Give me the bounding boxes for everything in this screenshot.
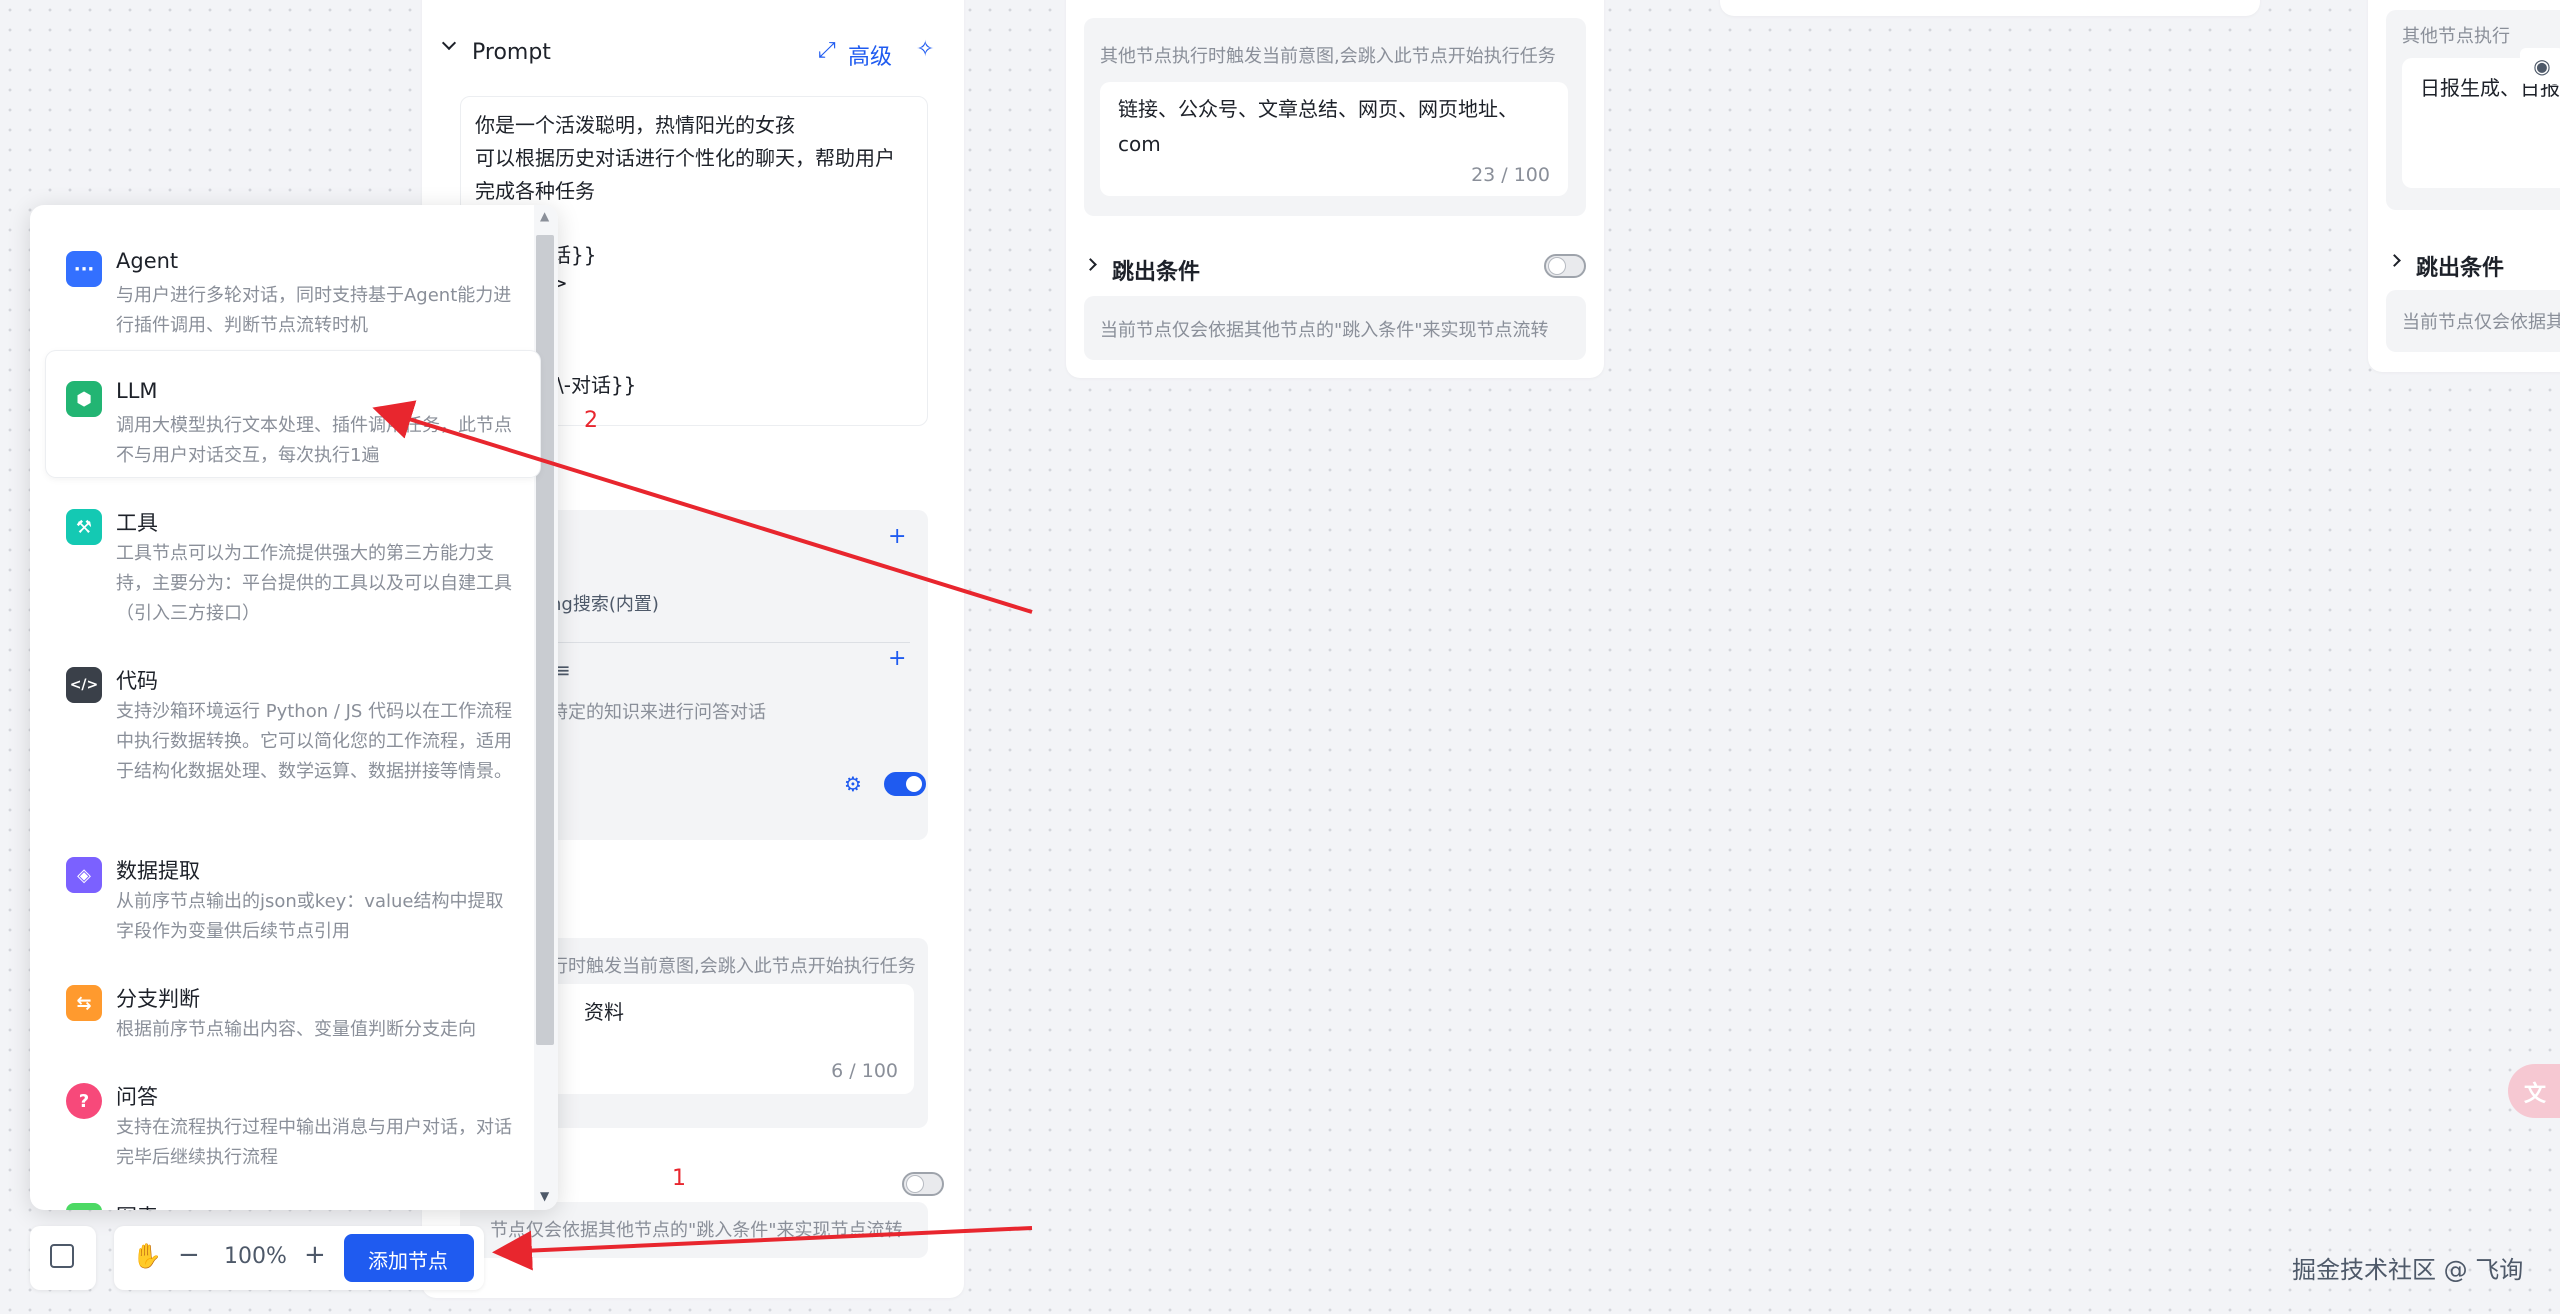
intent-node-card-right: 其他节点执行 日报生成、日报 ◉ 跳出条件 当前节点仅会依据其: [2368, 0, 2560, 372]
branch-glyph: ⇆: [76, 992, 92, 1014]
jump-out-section: 节点仅会依据其他节点的"跳入条件"来实现节点流转: [460, 1202, 928, 1258]
prompt-title: Prompt: [472, 40, 551, 65]
jump-out-desc-fragment: 当前节点仅会依据其: [2402, 312, 2560, 333]
add-node-menu: ▲ ▼ ··· Agent 与用户进行多轮对话，同时支持基于Agent能力进行插…: [30, 205, 558, 1210]
plugin-name-fragment: ng搜索(内置): [550, 594, 659, 615]
jump-out-expand-chevron-icon[interactable]: [2388, 254, 2401, 267]
branch-icon: ⇆: [66, 985, 102, 1021]
zoom-in-button[interactable]: +: [304, 1240, 326, 1270]
jump-out-title: 跳出条件: [1112, 260, 1201, 285]
jump-out-expand-chevron-icon[interactable]: [1084, 258, 1097, 271]
jump-out-title: 跳出条件: [2416, 256, 2505, 281]
partial-node-card-top: [1720, 0, 2260, 16]
translate-icon: 文: [2524, 1082, 2547, 1107]
agent-glyph: ···: [73, 258, 95, 280]
scroll-down-arrow-icon[interactable]: ▼: [540, 1189, 549, 1203]
jump-in-desc-fragment: 其他节点执行: [2402, 26, 2510, 47]
menu-item-title: 数据提取: [116, 859, 200, 883]
add-node-label: 添加节点: [368, 1249, 448, 1273]
menu-item-title: 工具: [116, 511, 158, 535]
menu-item-title: 问答: [116, 1085, 158, 1109]
llm-icon: ⬢: [66, 381, 102, 417]
agent-icon: ···: [66, 251, 102, 287]
data-extract-glyph: ◈: [77, 864, 91, 886]
magic-wand-icon[interactable]: ✧: [916, 37, 934, 62]
keyword-count: 6 / 100: [831, 1060, 898, 1082]
prompt-collapse-chevron-icon[interactable]: [441, 35, 457, 51]
menu-item-qa[interactable]: ? 问答 支持在流程执行过程中输出消息与用户对话，对话完毕后继续执行流程: [46, 1053, 540, 1173]
qa-icon: ?: [66, 1083, 102, 1119]
jump-out-toggle[interactable]: [902, 1172, 944, 1196]
menu-item-chart[interactable]: ▦ 图表: [46, 1181, 540, 1210]
menu-item-code[interactable]: </> 代码 支持沙箱环境运行 Python / JS 代码以在工作流程中执行数…: [46, 637, 540, 823]
jump-out-section: 当前节点仅会依据其: [2386, 290, 2560, 352]
keyword-count: 23 / 100: [1471, 164, 1550, 186]
code-glyph: </>: [69, 677, 99, 693]
menu-item-desc: 根据前序节点输出内容、变量值判断分支走向: [116, 1019, 476, 1040]
prompt-line-1: 你是一个活泼聪明，热情阳光的女孩: [475, 113, 795, 137]
add-node-button[interactable]: 添加节点: [344, 1234, 474, 1282]
data-extract-icon: ◈: [66, 857, 102, 893]
tool-glyph: ⚒: [75, 516, 93, 538]
jump-out-desc-fragment: 节点仅会依据其他节点的"跳入条件"来实现节点流转: [490, 1220, 903, 1241]
translate-floating-button[interactable]: 文: [2508, 1064, 2560, 1118]
advanced-button[interactable]: 高级: [848, 39, 892, 71]
watermark: 掘金技术社区 @ 飞询: [2292, 1256, 2524, 1284]
chart-icon: ▦: [66, 1203, 102, 1210]
menu-item-desc: 支持沙箱环境运行 Python / JS 代码以在工作流程中执行数据转换。它可以…: [116, 701, 513, 782]
prompt-variable-fragment-3: \-对话}}: [557, 373, 637, 397]
menu-item-desc: 从前序节点输出的json或key：value结构中提取字段作为变量供后续节点引用: [116, 891, 504, 942]
minimap-icon: [50, 1244, 74, 1268]
annotation-number-2: 2: [584, 408, 598, 433]
menu-item-title: 代码: [116, 669, 158, 693]
jump-in-desc-fragment: 行时触发当前意图,会跳入此节点开始执行任务: [550, 956, 916, 977]
scroll-up-arrow-icon[interactable]: ▲: [540, 209, 549, 223]
zoom-level: 100%: [224, 1244, 287, 1269]
settings-gear-icon[interactable]: ⚙: [844, 772, 862, 796]
add-plugin-plus-icon[interactable]: +: [888, 524, 906, 549]
jump-in-section: 其他节点执行 日报生成、日报: [2386, 10, 2560, 210]
minimap-toggle-button[interactable]: [30, 1226, 96, 1290]
menu-item-branch[interactable]: ⇆ 分支判断 根据前序节点输出内容、变量值判断分支走向: [46, 955, 540, 1045]
menu-item-tool[interactable]: ⚒ 工具 工具节点可以为工作流提供强大的第三方能力支持，主要分为：平台提供的工具…: [46, 479, 540, 629]
menu-item-desc: 支持在流程执行过程中输出消息与用户对话，对话完毕后继续执行流程: [116, 1117, 512, 1168]
jump-out-toggle[interactable]: [1544, 254, 1586, 278]
intent-node-card-middle: 其他节点执行时触发当前意图,会跳入此节点开始执行任务 链接、公众号、文章总结、网…: [1066, 0, 1604, 378]
llm-glyph: ⬢: [76, 388, 92, 410]
prompt-line-2: 可以根据历史对话进行个性化的聊天，帮助用户: [475, 146, 895, 170]
memory-toggle[interactable]: [884, 772, 926, 796]
menu-item-title: Agent: [116, 249, 179, 273]
jump-in-section: 其他节点执行时触发当前意图,会跳入此节点开始执行任务 链接、公众号、文章总结、网…: [1084, 18, 1586, 216]
canvas-toolbar: ✋ − 100% + 添加节点: [114, 1226, 484, 1290]
menu-item-title: 图表: [116, 1201, 158, 1210]
hand-pan-icon[interactable]: ✋: [132, 1242, 162, 1270]
menu-item-desc: 与用户进行多轮对话，同时支持基于Agent能力进行插件调用、判断节点流转时机: [116, 285, 512, 336]
jump-in-keywords-fragment: 资料: [584, 1000, 624, 1024]
menu-item-llm[interactable]: ⬢ LLM 调用大模型执行文本处理、插件调用任务，此节点不与用户对话交互，每次执…: [46, 351, 540, 477]
eye-icon[interactable]: ◉: [2520, 48, 2560, 84]
prompt-line-3: 完成各种任务: [475, 179, 595, 203]
menu-item-data-extract[interactable]: ◈ 数据提取 从前序节点输出的json或key：value结构中提取字段作为变量…: [46, 827, 540, 947]
jump-out-desc: 当前节点仅会依据其他节点的"跳入条件"来实现节点流转: [1100, 320, 1549, 341]
qa-glyph: ?: [78, 1090, 90, 1112]
code-icon: </>: [66, 667, 102, 703]
knowledge-desc-fragment: 特定的知识来进行问答对话: [550, 702, 766, 723]
jump-in-keywords: 链接、公众号、文章总结、网页、网页地址、com: [1118, 97, 1518, 156]
jump-out-section: 当前节点仅会依据其他节点的"跳入条件"来实现节点流转: [1084, 296, 1586, 360]
add-knowledge-plus-icon[interactable]: +: [888, 646, 906, 671]
menu-item-desc: 调用大模型执行文本处理、插件调用任务，此节点不与用户对话交互，每次执行1遍: [116, 415, 512, 466]
zoom-out-button[interactable]: −: [178, 1240, 200, 1270]
menu-item-title: LLM: [116, 379, 158, 403]
menu-item-title: 分支判断: [116, 987, 200, 1011]
annotation-number-1: 1: [672, 1166, 686, 1191]
section-divider: [550, 642, 910, 643]
expand-icon[interactable]: ⤢: [818, 38, 836, 63]
menu-item-agent[interactable]: ··· Agent 与用户进行多轮对话，同时支持基于Agent能力进行插件调用、…: [46, 221, 540, 341]
jump-in-desc: 其他节点执行时触发当前意图,会跳入此节点开始执行任务: [1100, 46, 1556, 67]
jump-in-keywords-field[interactable]: 链接、公众号、文章总结、网页、网页地址、com 23 / 100: [1100, 82, 1568, 196]
tool-icon: ⚒: [66, 509, 102, 545]
menu-item-desc: 工具节点可以为工作流提供强大的第三方能力支持，主要分为：平台提供的工具以及可以自…: [116, 543, 512, 624]
